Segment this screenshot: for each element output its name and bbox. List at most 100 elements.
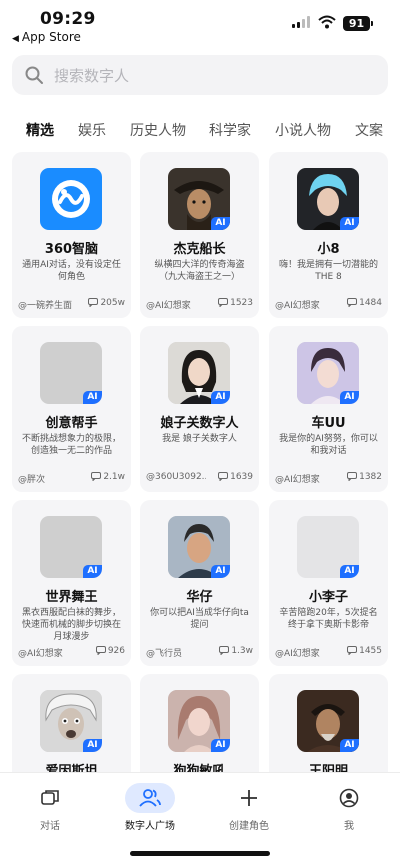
back-to-app-link[interactable]: ◀ App Store: [12, 30, 81, 44]
woman-portrait-icon: AI: [168, 342, 230, 404]
card-einstein[interactable]: AI 爱因斯坦: [12, 674, 131, 772]
ai-badge: AI: [83, 739, 102, 752]
card-desc: 我是 娘子关数字人: [162, 434, 237, 444]
card-desc: 通用AI对话，没有设定任何角色: [22, 260, 121, 282]
card-count-value: 1523: [230, 298, 253, 308]
nav-chat-label: 对话: [40, 821, 60, 832]
card-count: 1523: [218, 298, 253, 310]
back-app-label: App Store: [21, 30, 81, 44]
ai-badge: AI: [211, 217, 230, 230]
chat-count-icon: [347, 646, 358, 658]
ai-badge: AI: [83, 391, 102, 404]
card-niangziguan[interactable]: AI 娘子关数字人 我是 娘子关数字人 @360U3092... 1639: [140, 326, 259, 492]
card-count-value: 1484: [359, 298, 382, 308]
card-count-value: 205w: [100, 298, 125, 308]
card-desc: 辛苦陪跑20年，5次提名终于拿下奥斯卡影帝: [279, 608, 378, 630]
card-count-value: 926: [107, 646, 125, 656]
card-author: @AI幻想家: [275, 649, 320, 659]
card-count: 1639: [218, 472, 253, 484]
placeholder-avatar-icon: AI: [40, 342, 102, 404]
category-tabs: 精选 娱乐 历史人物 科学家 小说人物 文案: [0, 120, 400, 144]
card-count: 1.3w: [219, 646, 253, 658]
chat-icon: [10, 783, 90, 813]
card-count: 1382: [347, 472, 382, 484]
card-hua-zai[interactable]: AI 华仔 你可以把AI当成华仔向ta提问 @飞行员 1.3w: [140, 500, 259, 666]
card-gougou-minhou[interactable]: AI 狗狗敏吼: [140, 674, 259, 772]
card-author: @飞行员: [146, 649, 183, 659]
ai-badge: AI: [340, 391, 359, 404]
card-che-uu[interactable]: AI 车UU 我是你的AI努努，你可以和我对话 @AI幻想家 1382: [269, 326, 388, 492]
plus-icon: [209, 783, 289, 813]
placeholder-avatar-icon: AI: [297, 516, 359, 578]
girl-portrait-icon: AI: [168, 690, 230, 752]
card-desc: 我是你的AI努努，你可以和我对话: [279, 434, 378, 456]
card-author: @360U3092...: [146, 472, 206, 482]
tab-scientists[interactable]: 科学家: [209, 120, 251, 140]
old-man-portrait-icon: AI: [297, 690, 359, 752]
card-count-value: 1639: [230, 472, 253, 482]
card-desc: 不断挑战想象力的极限，创造独一无二的作品: [21, 434, 121, 456]
chat-count-icon: [91, 472, 102, 484]
card-author: @AI幻想家: [18, 649, 63, 659]
search-placeholder: 搜索数字人: [54, 67, 130, 85]
chat-count-icon: [218, 472, 229, 484]
card-author: @AI幻想家: [146, 301, 191, 311]
cellular-signal-icon: [292, 16, 312, 28]
card-name: 爱因斯坦: [45, 764, 98, 772]
home-indicator[interactable]: [130, 851, 270, 856]
ai-badge: AI: [340, 217, 359, 230]
profile-icon: [309, 783, 389, 813]
card-360-brain[interactable]: 360智脑 通用AI对话，没有设定任何角色 @一碗养生面 205w: [12, 152, 131, 318]
card-wang-yangming[interactable]: AI 王阳明: [269, 674, 388, 772]
wifi-icon: [318, 15, 336, 29]
status-bar: 09:29 ◀ App Store 91: [0, 0, 400, 50]
card-name: 娘子关数字人: [160, 416, 239, 431]
tab-historical[interactable]: 历史人物: [130, 120, 186, 140]
young-man-portrait-icon: AI: [297, 342, 359, 404]
card-name: 杰克船长: [173, 242, 226, 257]
card-name: 小8: [317, 242, 340, 257]
card-count: 1484: [347, 298, 382, 310]
battery-indicator: 91: [343, 16, 373, 31]
card-desc: 黑衣西服配白袜的舞步，快速而机械的脚步切换在月球漫步: [21, 608, 121, 642]
tab-novel-characters[interactable]: 小说人物: [275, 120, 331, 140]
card-creative-helper[interactable]: AI 创意帮手 不断挑战想象力的极限，创造独一无二的作品 @胖次 2.1w: [12, 326, 131, 492]
clock: 09:29: [40, 9, 96, 29]
search-bar[interactable]: 搜索数字人: [12, 55, 388, 95]
nav-create-label: 创建角色: [229, 821, 269, 832]
card-author: @AI幻想家: [275, 475, 320, 485]
card-name: 华仔: [186, 590, 213, 605]
card-captain-jack[interactable]: AI 杰克船长 纵横四大洋的传奇海盗（九大海盗王之一） @AI幻想家 1523: [140, 152, 259, 318]
card-desc: 嗨！我是拥有一切潜能的THE 8: [278, 260, 378, 282]
ai-badge: AI: [211, 739, 230, 752]
ai-badge: AI: [340, 739, 359, 752]
nav-me[interactable]: 我: [309, 783, 389, 832]
card-desc: 你可以把AI当成华仔向ta提问: [150, 608, 249, 630]
card-dance-king[interactable]: AI 世界舞王 黑衣西服配白袜的舞步，快速而机械的脚步切换在月球漫步 @AI幻想…: [12, 500, 131, 666]
tab-featured[interactable]: 精选: [26, 120, 54, 140]
card-xiao-lizi[interactable]: AI 小李子 辛苦陪跑20年，5次提名终于拿下奥斯卡影帝 @AI幻想家 1455: [269, 500, 388, 666]
card-count-value: 2.1w: [103, 472, 125, 482]
card-name: 狗狗敏吼: [173, 764, 226, 772]
nav-me-label: 我: [344, 821, 354, 832]
card-xiao-8[interactable]: AI 小8 嗨！我是拥有一切潜能的THE 8 @AI幻想家 1484: [269, 152, 388, 318]
tab-entertainment[interactable]: 娱乐: [78, 120, 106, 140]
ai-badge: AI: [211, 391, 230, 404]
tab-copywriting[interactable]: 文案: [355, 120, 383, 140]
card-name: 小李子: [308, 590, 348, 605]
nav-digital-human-plaza[interactable]: 数字人广场: [110, 783, 190, 832]
back-triangle-icon: ◀: [12, 34, 19, 44]
card-count: 2.1w: [91, 472, 125, 484]
chat-count-icon: [218, 298, 229, 310]
people-icon: [125, 783, 175, 813]
blue-hair-portrait-icon: AI: [297, 168, 359, 230]
card-name: 车UU: [311, 416, 346, 431]
placeholder-avatar-icon: AI: [40, 516, 102, 578]
digital-human-grid: 360智脑 通用AI对话，没有设定任何角色 @一碗养生面 205w AI 杰克船…: [12, 152, 388, 772]
nav-create-character[interactable]: 创建角色: [209, 783, 289, 832]
man-illustration-icon: AI: [168, 516, 230, 578]
card-author: @一碗养生面: [18, 301, 73, 311]
card-count: 205w: [88, 298, 125, 310]
nav-chat[interactable]: 对话: [10, 783, 90, 832]
card-author: @胖次: [18, 475, 46, 485]
